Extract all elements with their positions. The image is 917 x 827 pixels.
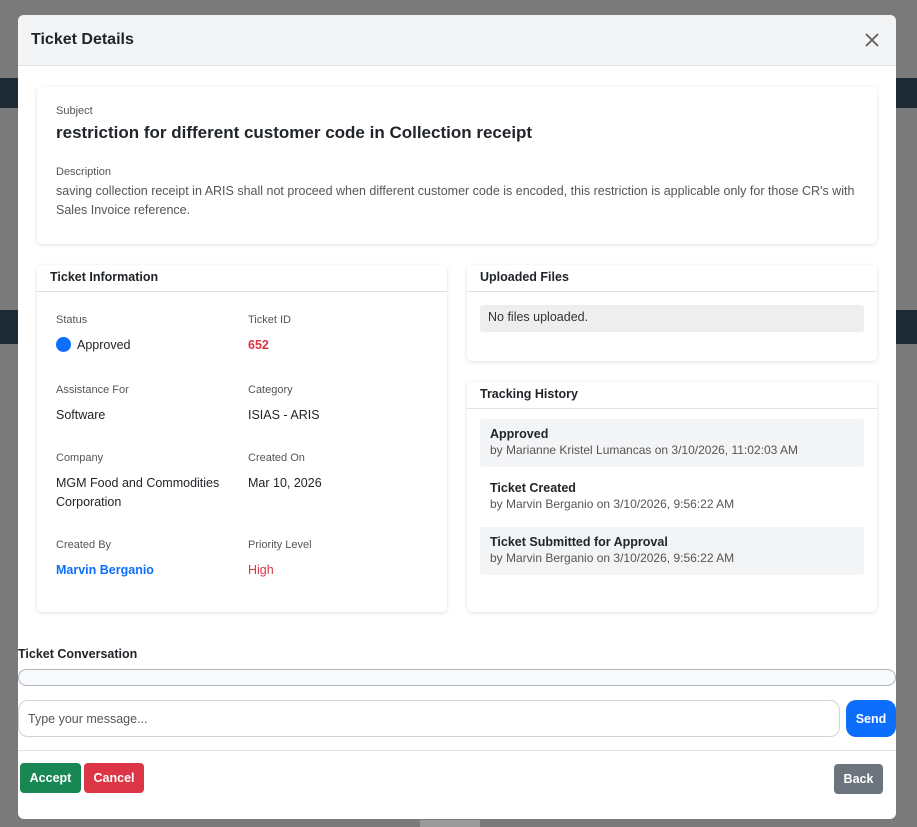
subject-value: restriction for different customer code … (56, 123, 533, 142)
tracking-history-list: Approved by Marianne Kristel Lumancas on… (467, 409, 877, 575)
status-field: Status Approved (56, 314, 131, 355)
created-on-label: Created On (248, 452, 305, 464)
status-label: Status (56, 314, 88, 326)
close-button[interactable] (861, 29, 883, 51)
history-item-title: Ticket Submitted for Approval (490, 535, 668, 549)
close-icon (865, 33, 879, 47)
description-value: saving collection receipt in ARIS shall … (56, 184, 855, 217)
created-by-link[interactable]: Marvin Berganio (56, 561, 154, 580)
no-files-message: No files uploaded. (480, 305, 864, 332)
ticket-information-card: Ticket Information Status Approved Ticke… (37, 265, 447, 612)
category-label: Category (248, 384, 293, 396)
footer-divider (18, 750, 896, 751)
category-field: Category ISIAS - ARIS (248, 384, 320, 425)
modal-header: Ticket Details (18, 15, 896, 66)
history-item-detail: by Marvin Berganio on 3/10/2026, 9:56:22… (490, 497, 735, 511)
category-value: ISIAS - ARIS (248, 408, 320, 422)
send-button[interactable]: Send (846, 700, 896, 737)
assistance-label: Assistance For (56, 384, 129, 396)
history-item-title: Ticket Created (490, 481, 576, 495)
ticket-details-modal: Ticket Details Subject restriction for d… (18, 15, 896, 819)
tracking-history-card: Tracking History Approved by Marianne Kr… (467, 382, 877, 612)
conversation-messages-area[interactable] (18, 669, 896, 686)
history-item-title: Approved (490, 427, 549, 441)
created-on-value: Mar 10, 2026 (248, 476, 322, 490)
subject-label: Subject (56, 105, 93, 117)
background-element (420, 820, 480, 827)
history-item-detail: by Marvin Berganio on 3/10/2026, 9:56:22… (490, 551, 735, 565)
priority-value: High (248, 563, 274, 577)
created-on-field: Created On Mar 10, 2026 (248, 452, 322, 493)
priority-label: Priority Level (248, 539, 312, 551)
history-item: Ticket Submitted for Approval by Marvin … (480, 527, 864, 575)
conversation-title: Ticket Conversation (18, 647, 138, 661)
company-value: MGM Food and Commodities Corporation (56, 476, 220, 509)
subject-card: Subject restriction for different custom… (37, 87, 877, 244)
priority-field: Priority Level High (248, 539, 312, 580)
history-item: Approved by Marianne Kristel Lumancas on… (480, 419, 864, 467)
cancel-button[interactable]: Cancel (84, 763, 144, 793)
ticket-id-label: Ticket ID (248, 314, 291, 326)
company-field: Company MGM Food and Commodities Corpora… (56, 452, 236, 512)
tracking-history-title: Tracking History (467, 382, 877, 409)
accept-button[interactable]: Accept (20, 763, 81, 793)
message-input[interactable] (18, 700, 840, 737)
uploaded-files-title: Uploaded Files (467, 265, 877, 292)
status-value-row: Approved (56, 336, 131, 355)
description-label: Description (56, 166, 112, 178)
history-item-detail: by Marianne Kristel Lumancas on 3/10/202… (490, 443, 798, 457)
company-label: Company (56, 452, 104, 464)
uploaded-files-card: Uploaded Files No files uploaded. (467, 265, 877, 361)
ticket-id-value: 652 (248, 338, 269, 352)
created-by-field: Created By Marvin Berganio (56, 539, 154, 580)
assistance-value: Software (56, 408, 106, 422)
ticket-information-title: Ticket Information (37, 265, 447, 292)
assistance-field: Assistance For Software (56, 384, 129, 425)
status-value: Approved (77, 338, 131, 352)
back-button[interactable]: Back (834, 764, 883, 794)
history-item: Ticket Created by Marvin Berganio on 3/1… (480, 473, 864, 521)
status-dot-icon (56, 337, 71, 352)
ticket-id-field: Ticket ID 652 (248, 314, 291, 355)
created-by-label: Created By (56, 539, 112, 551)
modal-title: Ticket Details (31, 31, 134, 48)
